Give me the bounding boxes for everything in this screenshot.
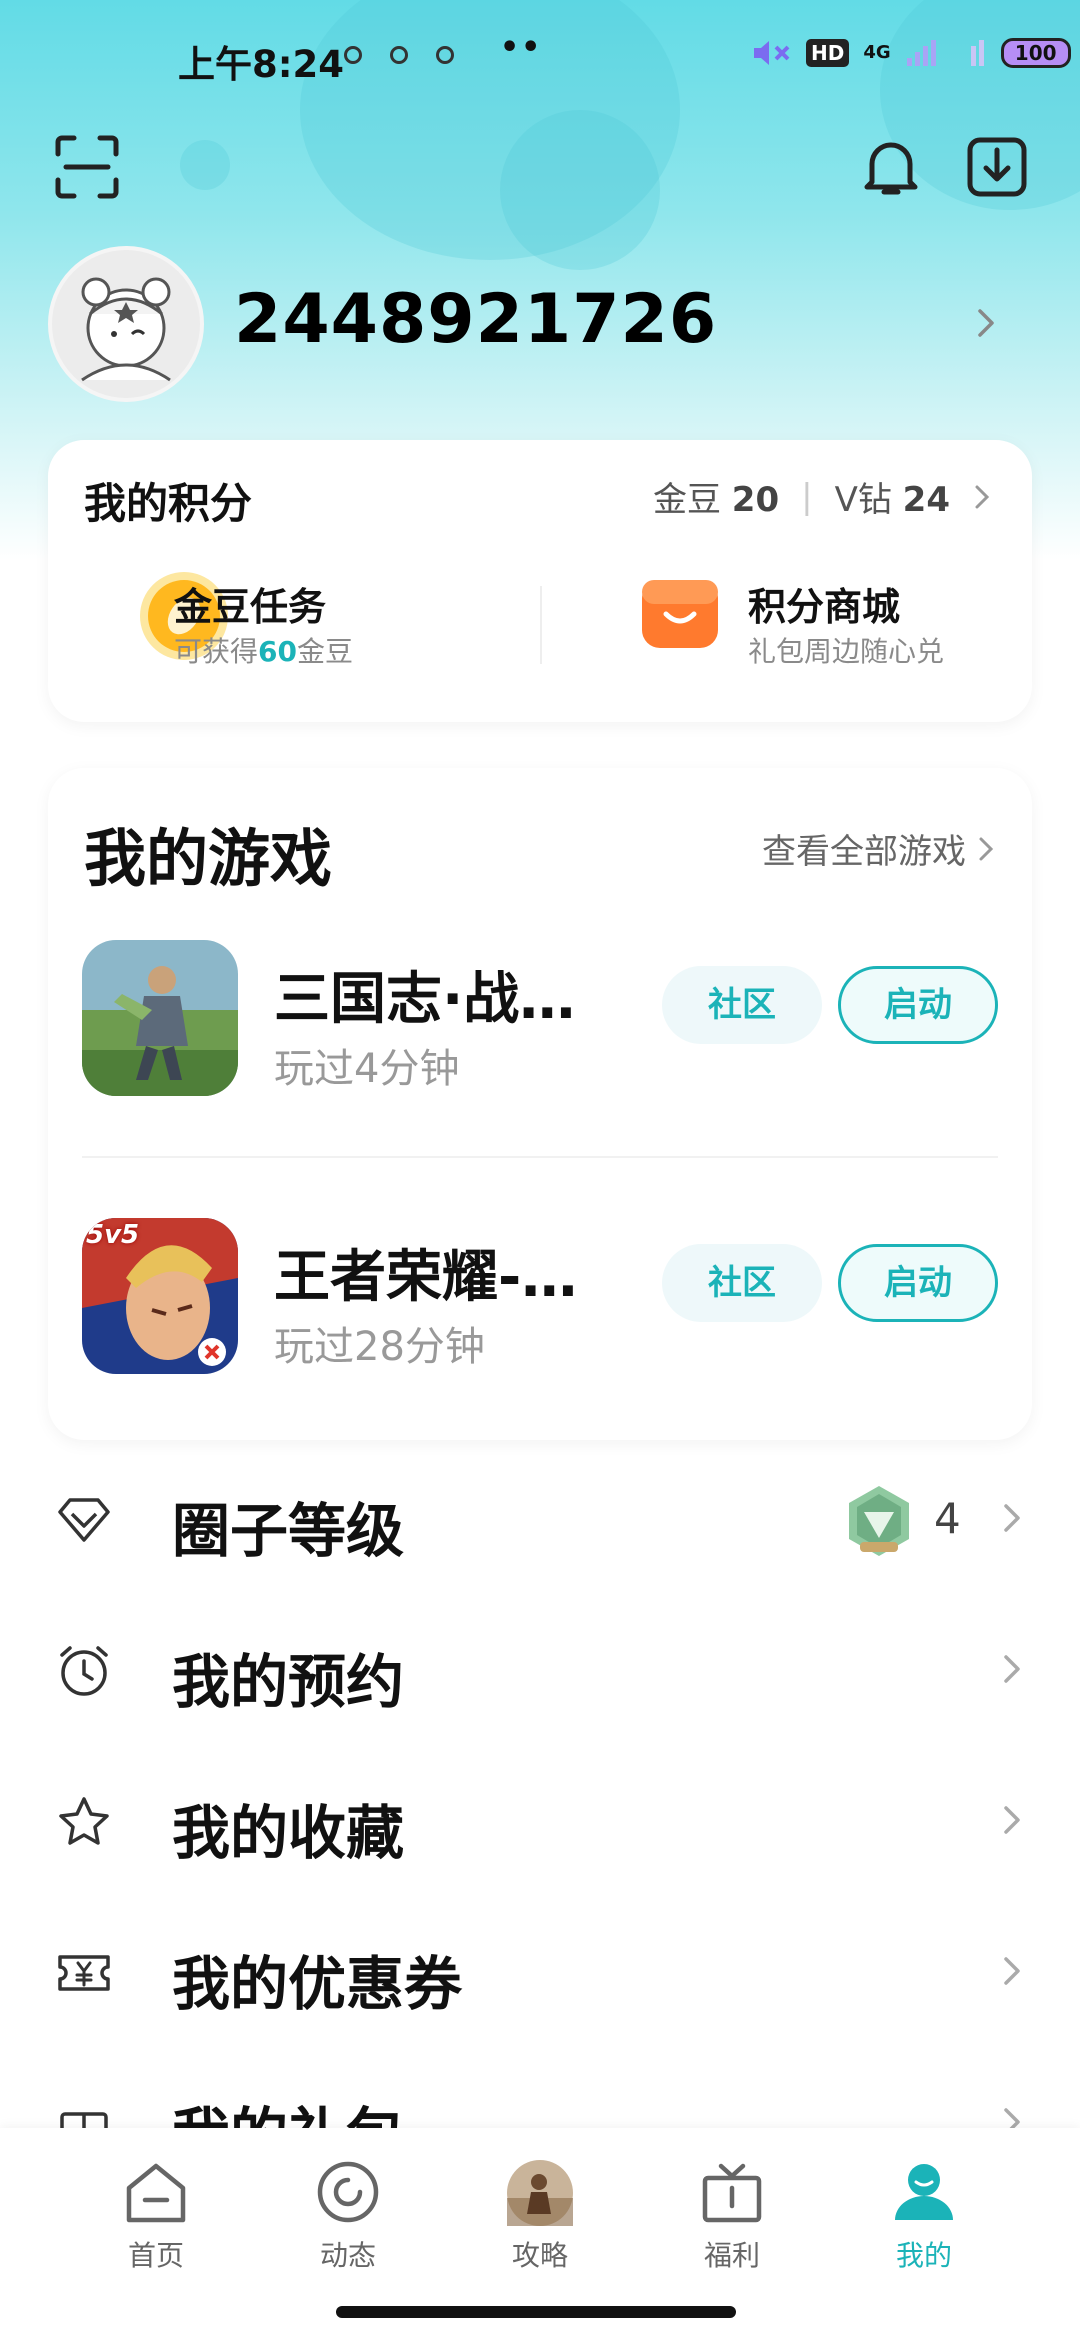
hd-badge: HD <box>806 39 850 67</box>
signal-icon-2 <box>970 40 984 66</box>
mute-icon <box>754 41 790 65</box>
chevron-right-icon <box>1004 1957 1020 1985</box>
game-row[interactable]: 三国志·战… 玩过4分钟 社区 启动 <box>48 940 1032 1100</box>
vdiamond-label: V钻 <box>834 480 892 520</box>
gold-task-title: 金豆任务 <box>174 585 327 629</box>
gold-task-sub-prefix: 可获得 <box>174 635 259 668</box>
avatar-illustration <box>81 277 171 382</box>
see-all-games-link[interactable]: 查看全部游戏 <box>762 824 996 873</box>
gift-box-icon <box>702 2163 762 2223</box>
game-icon-sanguozhi[interactable] <box>82 940 238 1096</box>
my-games-card: 我的游戏 查看全部游戏 三国志·战… 玩过4分钟 社区 启动 5v5 王者荣耀-… <box>48 768 1032 1440</box>
nav-label: 攻略 <box>511 2239 568 2272</box>
scan-icon[interactable] <box>52 132 122 202</box>
signal-icon <box>906 40 936 66</box>
nav-item-feed[interactable]: 动态 <box>268 2158 428 2274</box>
menu-item-coupons[interactable]: 我的优惠券 <box>0 1897 1080 2047</box>
notification-icon <box>344 46 362 64</box>
chevron-right-icon <box>1004 1655 1020 1683</box>
shopping-bag-icon <box>642 580 718 648</box>
gold-task-highlight: 60 <box>258 635 297 668</box>
chevron-right-icon <box>979 837 994 860</box>
game-icon-wangzhe[interactable]: 5v5 <box>82 1218 238 1374</box>
game-name: 三国志·战… <box>274 967 576 1032</box>
nav-label: 动态 <box>319 2239 376 2272</box>
guide-avatar-icon <box>507 2160 573 2226</box>
menu-item-circle-level[interactable]: 圈子等级 4 <box>0 1444 1080 1594</box>
more-notifications-dots: •• <box>500 30 543 65</box>
points-mall-subtitle: 礼包周边随心兑 <box>748 635 945 668</box>
games-title: 我的游戏 <box>84 822 333 895</box>
menu-item-reservations[interactable]: 我的预约 <box>0 1595 1080 1745</box>
community-button[interactable]: 社区 <box>662 966 822 1044</box>
nav-item-benefits[interactable]: 福利 <box>652 2158 812 2274</box>
vdiamond-value: 24 <box>902 480 950 520</box>
download-icon[interactable] <box>962 132 1032 202</box>
gold-label: 金豆 <box>652 480 721 520</box>
status-bar: 上午8:24 •• HD 4G 100 <box>0 0 1080 118</box>
home-icon <box>126 2163 186 2223</box>
points-title: 我的积分 <box>84 479 253 528</box>
balance-separator: | <box>801 476 813 517</box>
status-time: 上午8:24 <box>178 43 345 86</box>
gold-task-subtitle: 可获得60金豆 <box>174 630 353 670</box>
notification-icons <box>344 46 454 64</box>
person-icon <box>895 2164 953 2220</box>
menu-label: 我的收藏 <box>172 1799 405 1867</box>
nav-item-home[interactable]: 首页 <box>76 2158 236 2274</box>
battery-indicator: 100 <box>1000 38 1071 68</box>
game-artwork <box>82 940 238 1096</box>
bell-icon[interactable] <box>856 132 926 202</box>
menu-label: 圈子等级 <box>172 1497 405 1565</box>
notification-icon <box>390 46 408 64</box>
circle-level-value: 4 <box>934 1494 961 1543</box>
alarm-clock-icon <box>60 1646 108 1696</box>
level-badge-icon <box>849 1486 909 1556</box>
user-id[interactable]: 2448921726 <box>234 280 717 359</box>
nav-item-guides[interactable]: 攻略 <box>460 2158 620 2274</box>
diamond-icon <box>58 1498 110 1542</box>
gold-value: 20 <box>731 480 780 520</box>
launch-button[interactable]: 启动 <box>838 1244 998 1322</box>
nav-label: 我的 <box>895 2239 952 2272</box>
chevron-right-icon <box>1004 1504 1020 1532</box>
menu-label: 我的优惠券 <box>172 1950 463 2018</box>
avatar[interactable] <box>48 246 204 402</box>
community-button[interactable]: 社区 <box>662 1244 822 1322</box>
divider <box>82 1156 998 1158</box>
notification-icon <box>436 46 454 64</box>
chevron-right-icon <box>975 485 990 508</box>
home-indicator[interactable] <box>336 2306 736 2318</box>
nav-item-me[interactable]: 我的 <box>844 2158 1004 2274</box>
gold-task-sub-suffix: 金豆 <box>296 635 353 668</box>
points-balance[interactable]: 金豆 20 | V钻 24 <box>653 472 992 521</box>
chevron-right-icon[interactable] <box>970 305 1000 341</box>
launch-button[interactable]: 启动 <box>838 966 998 1044</box>
nav-label: 福利 <box>703 2239 760 2272</box>
star-icon <box>59 1797 109 1845</box>
divider <box>540 586 542 664</box>
gold-balance: 金豆 20 <box>653 472 779 521</box>
vdiamond-balance: V钻 24 <box>835 472 950 521</box>
chevron-right-icon <box>1004 1806 1020 1834</box>
game-row[interactable]: 5v5 王者荣耀-… 玩过28分钟 社区 启动 <box>48 1218 1032 1378</box>
game-play-time: 玩过28分钟 <box>274 1324 485 1370</box>
menu-label: 我的预约 <box>172 1648 405 1716</box>
status-indicators: HD 4G 100 <box>752 38 1071 68</box>
menu-item-favorites[interactable]: 我的收藏 <box>0 1746 1080 1896</box>
game-name: 王者荣耀-… <box>274 1245 578 1310</box>
chat-bubble-icon <box>317 2161 379 2223</box>
nav-label: 首页 <box>127 2239 184 2272</box>
points-card: 我的积分 金豆 20 | V钻 24 金豆任务 可获得60金豆 积分商城 礼包周… <box>48 440 1032 722</box>
game-badge: 5v5 <box>86 1220 140 1250</box>
see-all-label: 查看全部游戏 <box>762 832 966 872</box>
coupon-icon <box>58 1955 110 1991</box>
network-type: 4G <box>863 42 891 63</box>
points-mall-title: 积分商城 <box>748 585 901 629</box>
game-play-time: 玩过4分钟 <box>274 1046 460 1092</box>
